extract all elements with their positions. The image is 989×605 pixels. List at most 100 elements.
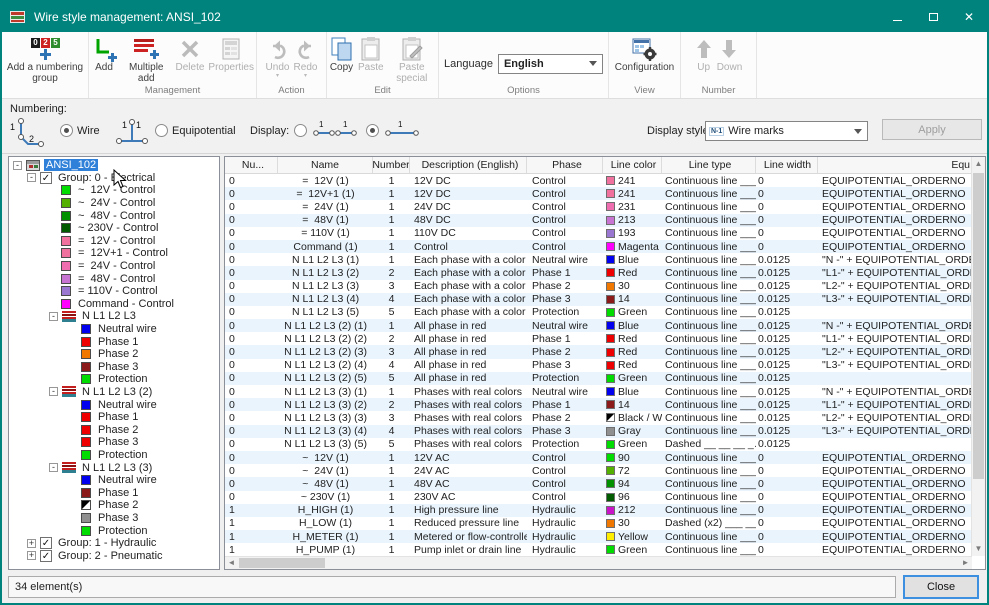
tree-item[interactable]: Neutral wire [9,323,219,336]
table-row[interactable]: 0N L1 L2 L3 (5)5Each phase with a colorP… [225,306,973,319]
tree-item[interactable]: Neutral wire [9,398,219,411]
collapse-icon[interactable]: - [49,387,58,396]
display-one-mark-radio[interactable] [366,124,379,137]
tree-item[interactable]: = 110V - Control [9,285,219,298]
tree-item[interactable]: Phase 2 [9,423,219,436]
tree-item[interactable]: -N L1 L2 L3 (3) [9,461,219,474]
tree-item[interactable]: = 48V - Control [9,272,219,285]
table-row[interactable]: 1H_PUMP (1)1Pump inlet or drain lineHydr… [225,543,973,556]
column-header-number[interactable]: Number [373,157,410,173]
multiple-add-button[interactable]: Multiple add [119,34,174,85]
table-row[interactable]: 0N L1 L2 L3 (3) (1)1Phases with real col… [225,385,973,398]
tree-item[interactable]: Phase 1 [9,411,219,424]
tree-item[interactable]: ~ 48V - Control [9,209,219,222]
tree-item[interactable]: Neutral wire [9,474,219,487]
tree-item[interactable]: -N L1 L2 L3 (2) [9,386,219,399]
add-button[interactable]: Add [89,34,119,85]
expand-icon[interactable]: + [27,551,36,560]
collapse-icon[interactable]: - [13,161,22,170]
collapse-icon[interactable]: - [27,173,36,182]
scroll-right-icon[interactable]: ► [959,557,972,569]
column-header-line-color[interactable]: Line color [603,157,662,173]
tree-checkbox[interactable]: ✓ [40,537,52,549]
table-row[interactable]: 0~ 230V (1)1230V ACControl96Continuous l… [225,491,973,504]
maximize-button[interactable] [915,2,951,32]
tree-item[interactable]: +✓Group: 2 - Pneumatic [9,549,219,562]
column-header-equipotential[interactable]: Equ [818,157,973,173]
display-wire-marks-radio[interactable] [294,124,307,137]
column-header-phase[interactable]: Phase [527,157,603,173]
scroll-up-icon[interactable]: ▲ [972,157,985,171]
table-row[interactable]: 0N L1 L2 L3 (3) (4)4Phases with real col… [225,425,973,438]
tree-item[interactable]: ~ 230V - Control [9,222,219,235]
add-numbering-group-button[interactable]: 0 2 5 Add a numbering group [2,34,88,85]
tree-item[interactable]: Phase 3 [9,361,219,374]
scroll-left-icon[interactable]: ◄ [225,557,238,569]
table-row[interactable]: 0~ 24V (1)124V ACControl72Continuous lin… [225,464,973,477]
tree-item[interactable]: Phase 2 [9,499,219,512]
language-select[interactable]: English [498,54,603,74]
table-row[interactable]: 0N L1 L2 L3 (4)4Each phase with a colorP… [225,293,973,306]
table-row[interactable]: 0N L1 L2 L3 (2) (2)2All phase in redPhas… [225,332,973,345]
table-row[interactable]: 0N L1 L2 L3 (2)2Each phase with a colorP… [225,266,973,279]
tree-item[interactable]: = 12V+1 - Control [9,247,219,260]
scroll-down-icon[interactable]: ▼ [972,542,985,556]
table-row[interactable]: 0= 12V+1 (1)112V DCControl241Continuous … [225,187,973,200]
table-row[interactable]: 0N L1 L2 L3 (3) (5)5Phases with real col… [225,438,973,451]
table-row[interactable]: 0N L1 L2 L3 (2) (4)4All phase in redPhas… [225,359,973,372]
table-row[interactable]: 0= 24V (1)124V DCControl231Continuous li… [225,200,973,213]
tree-item[interactable]: Phase 3 [9,436,219,449]
minimize-button[interactable] [879,2,915,32]
tree-item[interactable]: Protection [9,373,219,386]
tree-checkbox[interactable]: ✓ [40,550,52,562]
table-row[interactable]: 0~ 48V (1)148V ACControl94Continuous lin… [225,477,973,490]
table-row[interactable]: 1H_LOW (1)1Reduced pressure lineHydrauli… [225,517,973,530]
table-row[interactable]: 0N L1 L2 L3 (2) (5)5All phase in redProt… [225,372,973,385]
tree-item[interactable]: -N L1 L2 L3 [9,310,219,323]
tree-item[interactable]: Phase 3 [9,512,219,525]
column-header-description[interactable]: Description (English) [410,157,527,173]
expand-icon[interactable]: + [27,539,36,548]
table-row[interactable]: 0N L1 L2 L3 (2) (3)3All phase in redPhas… [225,345,973,358]
wire-radio[interactable] [60,124,73,137]
table-row[interactable]: 0N L1 L2 L3 (3)3Each phase with a colorP… [225,280,973,293]
vertical-scroll-thumb[interactable] [973,173,984,479]
tree-item[interactable]: Command - Control [9,298,219,311]
table-row[interactable]: 0N L1 L2 L3 (3) (2)2Phases with real col… [225,398,973,411]
horizontal-scrollbar[interactable]: ◄ ► [225,556,972,569]
table-row[interactable]: 0= 48V (1)148V DCControl213Continuous li… [225,214,973,227]
collapse-icon[interactable]: - [49,463,58,472]
copy-button[interactable]: Copy [327,34,356,85]
table-row[interactable]: 0N L1 L2 L3 (3) (3)3Phases with real col… [225,411,973,424]
table-row[interactable]: 0= 110V (1)1110V DCControl193Continuous … [225,227,973,240]
tree-item[interactable]: = 24V - Control [9,260,219,273]
table-row[interactable]: 0= 12V (1)112V DCControl241Continuous li… [225,174,973,187]
table-row[interactable]: 0Command (1)1ControlControlMagentaContin… [225,240,973,253]
tree-item[interactable]: Phase 1 [9,486,219,499]
table-row[interactable]: 0N L1 L2 L3 (1)1Each phase with a colorN… [225,253,973,266]
table-row[interactable]: 1H_HIGH (1)1High pressure lineHydraulic2… [225,504,973,517]
display-style-select[interactable]: N-1 Wire marks [705,121,868,141]
tree-item[interactable]: Phase 2 [9,348,219,361]
close-window-button[interactable]: ✕ [951,2,987,32]
tree-item[interactable]: Phase 1 [9,335,219,348]
column-header-numbering[interactable]: Nu... [225,157,278,173]
tree-item[interactable]: Protection [9,524,219,537]
equipotential-radio[interactable] [155,124,168,137]
collapse-icon[interactable]: - [49,312,58,321]
table-row[interactable]: 0N L1 L2 L3 (2) (1)1All phase in redNeut… [225,319,973,332]
column-header-line-width[interactable]: Line width [756,157,818,173]
tree-item[interactable]: = 12V - Control [9,235,219,248]
table-row[interactable]: 0~ 12V (1)112V ACControl90Continuous lin… [225,451,973,464]
horizontal-scroll-thumb[interactable] [239,558,325,568]
vertical-scrollbar[interactable]: ▲ ▼ [971,157,985,556]
configuration-button[interactable]: Configuration [613,34,676,85]
close-button[interactable]: Close [903,575,979,599]
table-row[interactable]: 1H_METER (1)1Metered or flow-controlledH… [225,530,973,543]
column-header-name[interactable]: Name [278,157,373,173]
column-header-line-type[interactable]: Line type [662,157,756,173]
tree-item[interactable]: ~ 24V - Control [9,197,219,210]
tree-checkbox[interactable]: ✓ [40,172,52,184]
tree-item[interactable]: +✓Group: 1 - Hydraulic [9,537,219,550]
tree-item[interactable]: Protection [9,449,219,462]
